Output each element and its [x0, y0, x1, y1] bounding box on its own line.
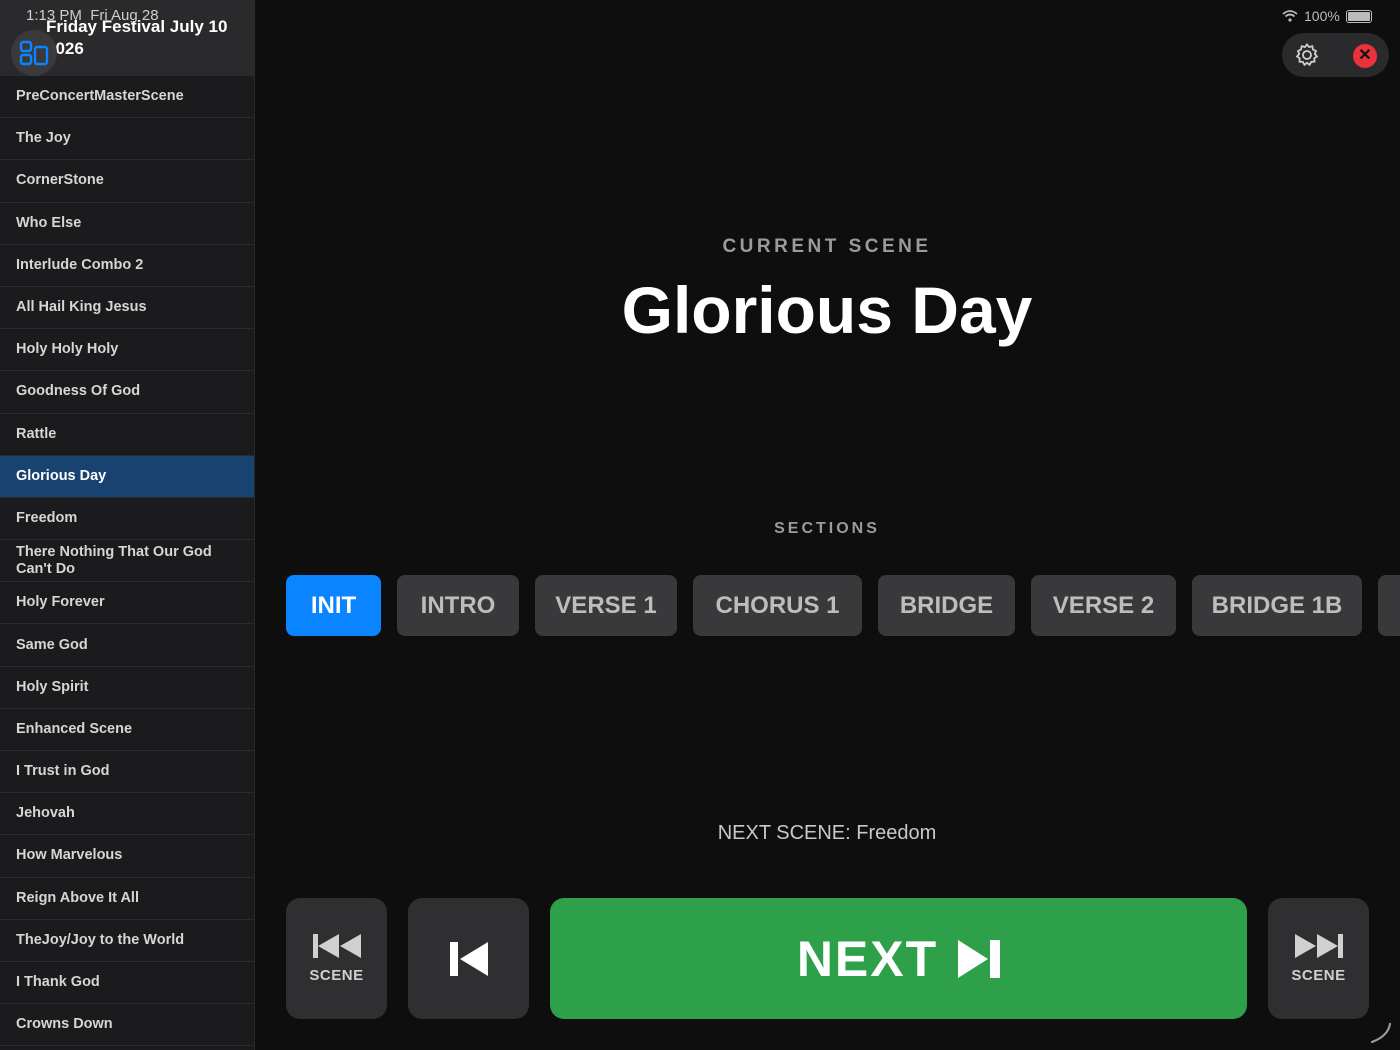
next-button[interactable]: NEXT [550, 898, 1247, 1019]
skip-forward-icon [1294, 934, 1343, 958]
previous-section-button[interactable] [408, 898, 529, 1019]
scene-item[interactable]: Jehovah [0, 793, 254, 836]
scene-item[interactable]: Holy Spirit [0, 667, 254, 709]
layout-icon [19, 40, 49, 66]
playlist-title: Friday Festival July 10 2026 [46, 17, 228, 58]
section-bridge-button[interactable]: BRIDGE [878, 575, 1015, 636]
scene-item[interactable]: PreConcertMasterScene [0, 76, 254, 119]
layout-toggle-button[interactable] [11, 30, 57, 76]
wifi-icon [1282, 10, 1298, 22]
sidebar-header: 1:13 PM Fri Aug 28 Friday Festival July … [0, 0, 254, 76]
scene-item[interactable]: Enhanced Scene [0, 709, 254, 751]
status-right: 100% [1282, 8, 1372, 24]
scene-list: PreConcertMasterScene The Joy CornerSton… [0, 76, 254, 1047]
sidebar: 1:13 PM Fri Aug 28 Friday Festival July … [0, 0, 255, 1050]
current-scene-title: Glorious Day [621, 273, 1033, 347]
section-verse1-button[interactable]: VERSE 1 [535, 575, 677, 636]
battery-icon [1345, 9, 1372, 23]
scene-item[interactable]: TheJoy/Joy to the World [0, 920, 254, 962]
scene-item[interactable]: All Hail King Jesus [0, 287, 254, 330]
sections-bar: INIT INTRO VERSE 1 CHORUS 1 BRIDGE VERSE… [286, 575, 1400, 636]
scene-item[interactable]: Who Else [0, 203, 254, 245]
scene-item[interactable]: Goodness Of God [0, 371, 254, 414]
next-scene-button[interactable]: SCENE [1268, 898, 1369, 1019]
section-verse2-button[interactable]: VERSE 2 [1031, 575, 1176, 636]
section-more-button[interactable] [1378, 575, 1400, 636]
scene-item[interactable]: Holy Forever [0, 582, 254, 625]
scene-item[interactable]: I Thank God [0, 962, 254, 1005]
scene-item[interactable]: Interlude Combo 2 [0, 245, 254, 287]
scene-item[interactable]: I Trust in God [0, 751, 254, 794]
section-init-button[interactable]: INIT [286, 575, 381, 636]
scene-item[interactable]: How Marvelous [0, 835, 254, 878]
next-icon [958, 939, 1001, 978]
scene-item[interactable]: There Nothing That Our God Can't Do [0, 540, 254, 583]
battery-percent: 100% [1304, 8, 1340, 24]
scene-item-selected[interactable]: Glorious Day [0, 455, 254, 498]
scene-item[interactable]: Crowns Down [0, 1004, 254, 1047]
previous-scene-label: SCENE [309, 967, 364, 984]
scene-item[interactable]: Reign Above It All [0, 878, 254, 920]
scene-item[interactable]: Same God [0, 624, 254, 667]
current-scene-label: CURRENT SCENE [722, 236, 932, 257]
next-label: NEXT [796, 930, 939, 987]
next-scene-text: NEXT SCENE: Freedom [717, 822, 937, 844]
spinner-icon [1370, 1022, 1392, 1044]
scene-item[interactable]: CornerStone [0, 160, 254, 203]
skip-back-icon [312, 934, 361, 958]
section-chorus1-button[interactable]: CHORUS 1 [693, 575, 862, 636]
next-scene-label: SCENE [1291, 967, 1346, 984]
scene-item[interactable]: The Joy [0, 118, 254, 161]
section-bridge1b-button[interactable]: BRIDGE 1B [1192, 575, 1362, 636]
close-button[interactable]: ✕ [1353, 44, 1377, 68]
close-icon: ✕ [1358, 47, 1372, 64]
previous-icon [449, 941, 488, 976]
section-intro-button[interactable]: INTRO [397, 575, 519, 636]
scene-item[interactable]: Freedom [0, 498, 254, 541]
scene-item[interactable]: Rattle [0, 414, 254, 456]
scene-item[interactable]: Holy Holy Holy [0, 329, 254, 372]
gear-icon[interactable] [1294, 42, 1320, 68]
sections-label: SECTIONS [774, 520, 880, 537]
previous-scene-button[interactable]: SCENE [286, 898, 387, 1019]
